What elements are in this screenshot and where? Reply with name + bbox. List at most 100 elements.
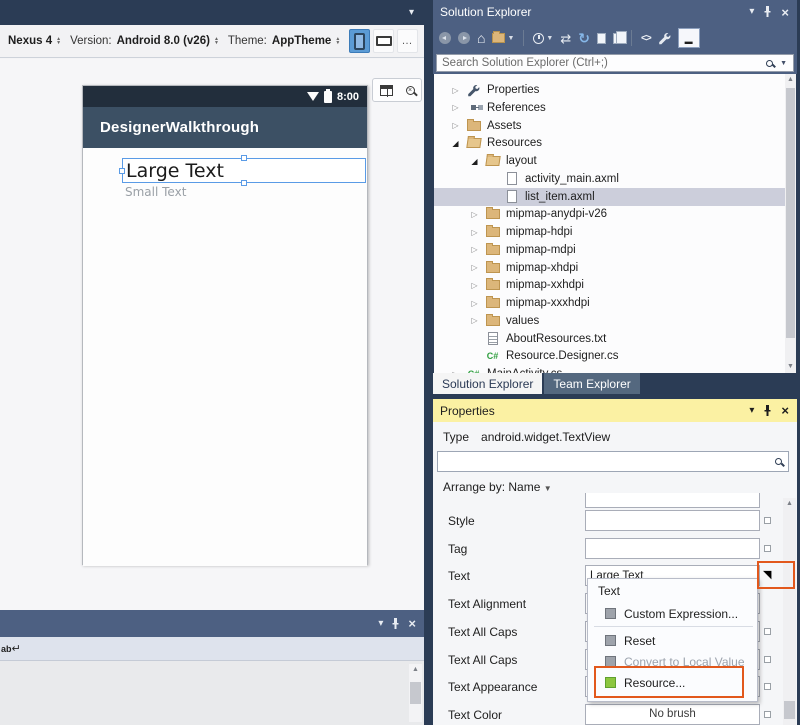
tree-item-mipmap-mdpi[interactable]: ▷mipmap-mdpi [434, 241, 784, 259]
tree-item-mipmap-anydpi-v26[interactable]: ▷mipmap-anydpi-v26 [434, 205, 784, 223]
layout-surface[interactable]: Large Text Small Text [83, 148, 367, 566]
expander-icon[interactable]: ▷ [469, 316, 480, 325]
tree-item-mipmap-hdpi[interactable]: ▷mipmap-hdpi [434, 223, 784, 241]
tree-item-mipmap-xxxhdpi[interactable]: ▷mipmap-xxxhdpi [434, 294, 784, 312]
tree-item-mipmap-xhdpi[interactable]: ▷mipmap-xhdpi [434, 259, 784, 277]
expander-icon[interactable]: ▷ [450, 86, 461, 95]
property-value-style[interactable] [585, 510, 760, 531]
expander-icon[interactable]: ▷ [469, 245, 480, 254]
expander-icon[interactable]: ▷ [469, 299, 480, 308]
forward-button[interactable] [458, 32, 470, 44]
more-options-button[interactable]: … [397, 29, 418, 53]
tree-item-assets[interactable]: ▷Assets [434, 117, 784, 135]
zoom-reset-icon[interactable]: × [406, 86, 415, 95]
scroll-thumb[interactable] [784, 701, 795, 719]
expander-icon[interactable]: ▷ [469, 210, 480, 219]
properties-wrench-button[interactable] [658, 32, 671, 45]
tree-item-mipmap-xxhdpi[interactable]: ▷mipmap-xxhdpi [434, 276, 784, 294]
tree-scrollbar[interactable]: ▲ ▼ [785, 74, 796, 373]
properties-scrollbar[interactable]: ▲ [783, 498, 796, 725]
resize-handle-top[interactable] [241, 155, 247, 161]
property-marker-icon[interactable] [764, 517, 771, 524]
chevron-down-icon[interactable]: ▾ [409, 7, 414, 18]
device-spinner-icon[interactable]: ▲▼ [56, 37, 61, 45]
scroll-up-icon[interactable]: ▲ [783, 498, 796, 510]
scroll-down-icon[interactable]: ▼ [785, 361, 796, 373]
theme-dropdown[interactable]: AppTheme [272, 35, 331, 47]
tree-item-activity-main-axml[interactable]: activity_main.axml [434, 170, 784, 188]
tree-item-resources[interactable]: ◢Resources [434, 134, 784, 152]
scroll-thumb[interactable] [410, 682, 421, 704]
window-position-icon[interactable]: ▾ [378, 619, 383, 629]
clipped-property-box[interactable] [585, 493, 760, 508]
switch-views-button[interactable]: ▼ [492, 33, 514, 43]
view-code-button[interactable]: <> [641, 33, 651, 44]
search-input[interactable]: Search Solution Explorer (Ctrl+;) ▼ [436, 54, 794, 72]
portrait-orientation-button[interactable] [349, 29, 370, 53]
menu-item-reset[interactable]: Reset [588, 630, 757, 651]
tree-item-values[interactable]: ▷values [434, 312, 784, 330]
landscape-orientation-button[interactable] [373, 29, 394, 53]
property-marker-icon[interactable] [764, 683, 771, 690]
close-icon[interactable]: × [781, 404, 789, 417]
pin-icon[interactable] [391, 618, 400, 630]
property-value-text-color[interactable]: No brush [585, 704, 760, 725]
window-position-icon[interactable]: ▾ [749, 7, 754, 17]
version-dropdown[interactable]: Android 8.0 (v26) [117, 35, 210, 47]
device-dropdown[interactable]: Nexus 4 [8, 35, 52, 47]
resize-handle-bottom[interactable] [241, 180, 247, 186]
close-icon[interactable]: × [408, 617, 416, 630]
show-all-files-button[interactable] [613, 33, 622, 44]
tree-item-properties[interactable]: ▷Properties [434, 81, 784, 99]
tree-item-layout[interactable]: ◢layout [434, 152, 784, 170]
resize-handle-left[interactable] [119, 168, 125, 174]
close-icon[interactable]: × [781, 6, 789, 19]
expander-icon[interactable]: ▷ [450, 103, 461, 112]
pane-splitter[interactable] [424, 0, 433, 725]
property-marker-icon[interactable] [764, 628, 771, 635]
small-text-value[interactable]: Small Text [125, 185, 186, 199]
window-position-icon[interactable]: ▾ [749, 406, 754, 416]
output-scrollbar[interactable]: ▲ [409, 664, 422, 722]
split-view-icon[interactable] [380, 85, 393, 96]
sync-active-document-button[interactable]: ⇄ [560, 32, 571, 45]
output-panel-content[interactable]: ▲ [0, 661, 424, 725]
expander-icon[interactable]: ◢ [450, 139, 461, 148]
theme-spinner-icon[interactable]: ▲▼ [335, 37, 340, 45]
word-wrap-icon[interactable]: ab↵ [1, 642, 21, 655]
expander-icon[interactable]: ▷ [469, 228, 480, 237]
version-spinner-icon[interactable]: ▲▼ [214, 37, 219, 45]
selected-textview[interactable]: Large Text [122, 158, 366, 183]
tree-item-mainactivity-cs[interactable]: ▷C#MainActivity.cs [434, 365, 784, 373]
arrange-by-dropdown[interactable]: Arrange by: Name ▼ [443, 480, 552, 494]
pin-icon[interactable] [763, 6, 772, 18]
expander-icon[interactable]: ▷ [450, 121, 461, 130]
property-marker-icon[interactable] [764, 656, 771, 663]
expander-icon[interactable]: ▷ [469, 263, 480, 272]
expander-icon[interactable]: ▷ [469, 281, 480, 290]
menu-item-custom-expression[interactable]: Custom Expression... [588, 603, 757, 624]
scroll-thumb[interactable] [786, 88, 795, 338]
tree-item-references[interactable]: ▷References [434, 99, 784, 117]
tab-team-explorer[interactable]: Team Explorer [544, 373, 639, 394]
tree-item-list-item-axml[interactable]: list_item.axml [434, 188, 796, 206]
tab-solution-explorer[interactable]: Solution Explorer [433, 373, 542, 394]
scroll-up-icon[interactable]: ▲ [785, 74, 796, 86]
preview-selected-items-button[interactable]: ▬ [678, 28, 700, 48]
expander-icon[interactable]: ◢ [469, 157, 480, 166]
properties-search-input[interactable] [437, 451, 789, 472]
refresh-button[interactable]: ↻ [578, 31, 590, 45]
collapse-all-button[interactable] [597, 33, 606, 44]
pin-icon[interactable] [763, 405, 772, 417]
property-marker-icon[interactable] [764, 545, 771, 552]
tree-item-resource-designer-cs[interactable]: C#Resource.Designer.cs [434, 347, 784, 365]
home-button[interactable]: ⌂ [477, 31, 485, 45]
scroll-up-icon[interactable]: ▲ [409, 664, 422, 676]
property-marker-icon[interactable] [764, 711, 771, 718]
property-value-tag[interactable] [585, 538, 760, 559]
search-icon[interactable] [766, 60, 773, 67]
back-button[interactable] [439, 32, 451, 44]
tree-item-aboutresources-txt[interactable]: AboutResources.txt [434, 330, 784, 348]
chevron-down-icon[interactable]: ▼ [780, 60, 787, 67]
pending-changes-filter-button[interactable]: ▼ [533, 33, 553, 44]
